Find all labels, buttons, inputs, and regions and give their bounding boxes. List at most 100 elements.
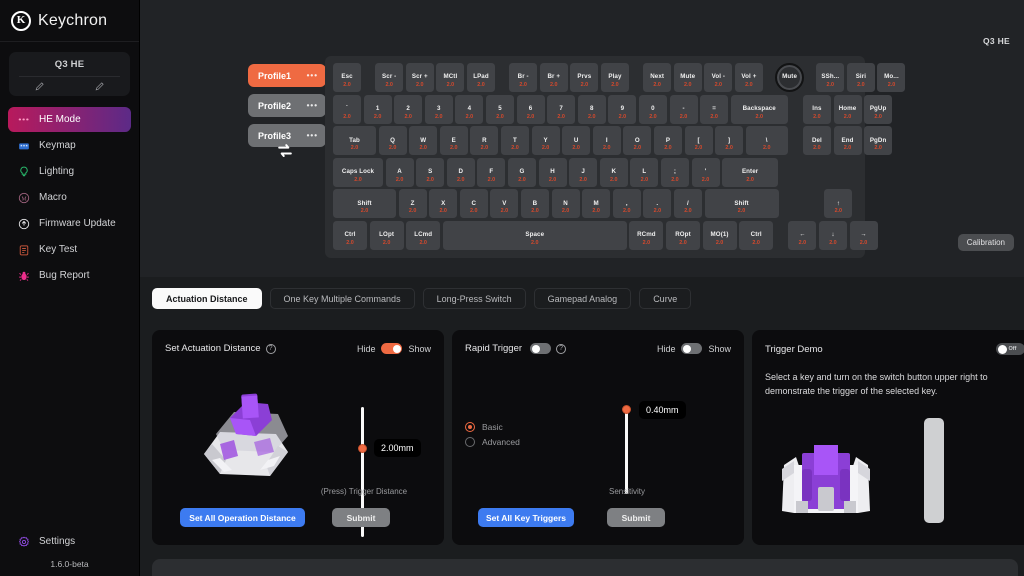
keyboard-key[interactable]: PgDn 2.0 — [864, 126, 893, 156]
tab-gamepad-analog[interactable]: Gamepad Analog — [533, 288, 632, 309]
keyboard-key[interactable]: I 2.0 — [592, 126, 621, 156]
keyboard-key[interactable]: Caps Lock 2.0 — [333, 157, 383, 187]
keyboard-key[interactable]: 2 2.0 — [394, 94, 423, 124]
keyboard-key[interactable]: L 2.0 — [630, 157, 659, 187]
keyboard-key[interactable]: 5 2.0 — [485, 94, 514, 124]
keyboard-key[interactable]: Mute 2.0 — [673, 63, 702, 92]
keyboard-key[interactable]: Tab 2.0 — [333, 126, 376, 156]
rapid-trigger-toggle[interactable] — [530, 343, 552, 354]
tab-curve[interactable]: Curve — [639, 288, 692, 309]
keyboard-key[interactable]: MO(1) 2.0 — [702, 220, 737, 250]
keyboard-key[interactable]: K 2.0 — [599, 157, 628, 187]
slider-track[interactable] — [625, 409, 628, 494]
keyboard-key[interactable]: [2.0 — [684, 126, 713, 156]
sidebar-item-firmware-update[interactable]: Firmware Update — [8, 211, 131, 236]
device-rename-button[interactable] — [70, 82, 131, 91]
keyboard-key[interactable]: M 2.0 — [582, 189, 611, 219]
keyboard-key[interactable]: E 2.0 — [439, 126, 468, 156]
keyboard-key[interactable]: Play 2.0 — [600, 63, 629, 92]
question-mark-icon[interactable]: ? — [265, 343, 276, 354]
keyboard-key[interactable]: ' 2.0 — [691, 157, 720, 187]
sidebar-item-keymap[interactable]: Keymap — [8, 133, 131, 158]
keyboard-key[interactable]: ; 2.0 — [660, 157, 689, 187]
keyboard-key[interactable]: SSh... 2.0 — [816, 63, 845, 92]
keyboard-key[interactable]: End 2.0 — [833, 126, 862, 156]
keyboard-key[interactable]: Shift 2.0 — [333, 189, 396, 219]
sidebar-item-key-test[interactable]: Key Test — [8, 237, 131, 262]
tab-actuation-distance[interactable]: Actuation Distance — [152, 288, 262, 309]
keyboard-key[interactable]: Vol -2.0 — [704, 63, 733, 92]
keyboard-key[interactable]: Mo... 2.0 — [877, 63, 906, 92]
sidebar-item-bug-report[interactable]: Bug Report — [8, 263, 131, 288]
profile-item-1[interactable]: Profile1 ••• — [248, 64, 326, 87]
keyboard-key[interactable]: → 2.0 — [849, 220, 878, 250]
keyboard-key[interactable]: LCmd 2.0 — [406, 220, 441, 250]
keyboard-key[interactable]: T 2.0 — [500, 126, 529, 156]
keyboard-key[interactable]: 0 2.0 — [638, 94, 667, 124]
keyboard-key[interactable]: 7 2.0 — [547, 94, 576, 124]
keyboard-key[interactable]: Br -2.0 — [509, 63, 538, 92]
sidebar-item-he-mode[interactable]: HE Mode — [8, 107, 131, 132]
keyboard-key[interactable]: X 2.0 — [429, 189, 458, 219]
keyboard-key[interactable]: Scr -2.0 — [375, 63, 404, 92]
keyboard-key[interactable]: A 2.0 — [385, 157, 414, 187]
keyboard-key[interactable]: Q 2.0 — [378, 126, 407, 156]
keyboard-key[interactable]: Vol +2.0 — [734, 63, 763, 92]
set-all-key-triggers-button[interactable]: Set All Key Triggers — [478, 508, 574, 527]
keyboard-key[interactable]: LPad 2.0 — [466, 63, 495, 92]
device-edit-button[interactable] — [9, 82, 70, 91]
keyboard-key[interactable]: Ctrl 2.0 — [739, 220, 774, 250]
slider-thumb[interactable] — [622, 405, 631, 414]
keyboard-key[interactable]: D 2.0 — [446, 157, 475, 187]
keyboard-key[interactable]: Del 2.0 — [802, 126, 831, 156]
keyboard-key[interactable]: Next 2.0 — [643, 63, 672, 92]
keyboard-key[interactable]: R 2.0 — [470, 126, 499, 156]
keyboard-key[interactable]: V 2.0 — [490, 189, 519, 219]
radio-icon[interactable] — [465, 437, 475, 447]
keyboard-key[interactable]: Esc 2.0 — [333, 63, 361, 92]
profile-menu-icon[interactable]: ••• — [307, 71, 318, 80]
keyboard-key[interactable]: ← 2.0 — [788, 220, 817, 250]
keyboard-key[interactable]: PgUp 2.0 — [864, 94, 893, 124]
profile-menu-icon[interactable]: ••• — [307, 131, 318, 140]
keyboard-key[interactable]: ] 2.0 — [715, 126, 744, 156]
keyboard-key[interactable]: 1 2.0 — [363, 94, 392, 124]
keyboard-key[interactable]: W 2.0 — [409, 126, 438, 156]
radio-icon[interactable] — [465, 422, 475, 432]
keyboard-key[interactable]: Scr +2.0 — [405, 63, 434, 92]
keyboard-key[interactable]: ROpt 2.0 — [665, 220, 700, 250]
keyboard-key[interactable]: Prvs 2.0 — [570, 63, 599, 92]
keyboard-key[interactable]: , 2.0 — [612, 189, 641, 219]
keyboard-key[interactable]: RCmd 2.0 — [629, 220, 664, 250]
keyboard-key[interactable]: MCtl 2.0 — [436, 63, 465, 92]
submit-button[interactable]: Submit — [332, 508, 390, 527]
keyboard-key[interactable]: LOpt 2.0 — [369, 220, 404, 250]
sidebar-item-macro[interactable]: M Macro — [8, 185, 131, 210]
keyboard-key[interactable]: 8 2.0 — [577, 94, 606, 124]
keyboard-key[interactable]: = 2.0 — [700, 94, 729, 124]
keyboard-key[interactable]: /2.0 — [673, 189, 702, 219]
hide-show-toggle[interactable] — [381, 343, 403, 354]
keyboard-key[interactable]: J 2.0 — [569, 157, 598, 187]
keyboard-layout[interactable]: Esc 2.0 Scr -2.0 Scr +2.0 MCtl 2.0 LPad 2.0 Br -… — [325, 56, 906, 258]
keyboard-key[interactable]: . 2.0 — [643, 189, 672, 219]
tab-one-key-multiple-commands[interactable]: One Key Multiple Commands — [269, 288, 415, 309]
swap-arrows-icon[interactable] — [275, 143, 295, 159]
keyboard-key[interactable]: Space 2.0 — [442, 220, 627, 250]
keyboard-key[interactable]: Siri 2.0 — [846, 63, 875, 92]
trigger-demo-toggle[interactable]: Off — [996, 343, 1024, 355]
keyboard-key[interactable]: 4 2.0 — [455, 94, 484, 124]
keyboard-key[interactable]: ↓ 2.0 — [818, 220, 847, 250]
sidebar-item-settings[interactable]: Settings — [0, 535, 139, 548]
keyboard-key[interactable]: \ 2.0 — [745, 126, 788, 156]
keyboard-key[interactable]: B 2.0 — [520, 189, 549, 219]
keyboard-key[interactable]: Br +2.0 — [539, 63, 568, 92]
keyboard-key[interactable]: F 2.0 — [477, 157, 506, 187]
hide-show-toggle[interactable] — [681, 343, 703, 354]
keyboard-key[interactable]: 3 2.0 — [424, 94, 453, 124]
keyboard-key[interactable]: Backspace 2.0 — [730, 94, 788, 124]
keyboard-key[interactable]: H 2.0 — [538, 157, 567, 187]
keyboard-key[interactable]: Y 2.0 — [531, 126, 560, 156]
keyboard-key[interactable]: Shift 2.0 — [704, 189, 779, 219]
keyboard-key[interactable]: 6 2.0 — [516, 94, 545, 124]
